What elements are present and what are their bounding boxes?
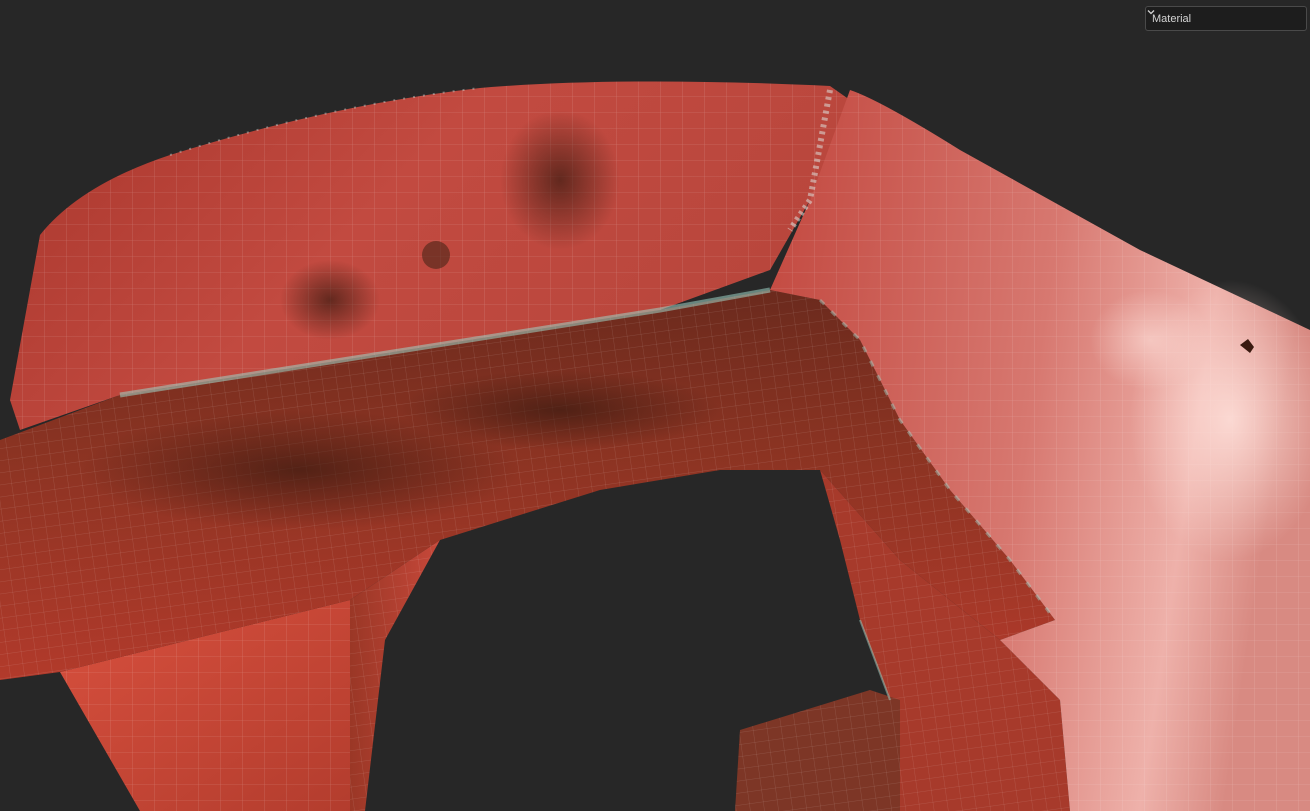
3d-viewport[interactable]: Material [0, 0, 1310, 811]
chevron-down-icon [1147, 10, 1300, 25]
back-piece [735, 690, 900, 811]
shading-mode-dropdown[interactable]: Material [1145, 6, 1307, 31]
shading-mode-value: Material [1152, 12, 1192, 25]
model-render [0, 81, 1310, 811]
